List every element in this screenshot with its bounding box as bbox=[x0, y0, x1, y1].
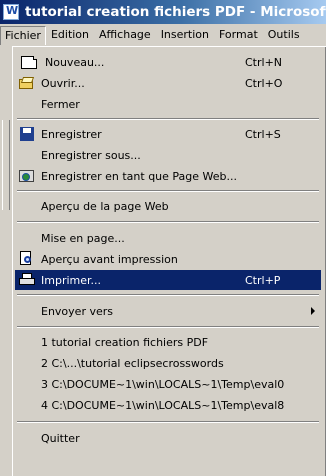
menu-item-close-label: Fermer bbox=[41, 97, 80, 111]
recent-file-label: 1 tutorial creation fichiers PDF bbox=[41, 335, 209, 349]
menu-affichage[interactable]: Affichage bbox=[94, 26, 156, 44]
menu-item-print-label: Imprimer... bbox=[41, 273, 102, 287]
empty-icon-slot bbox=[19, 198, 35, 214]
menu-separator bbox=[17, 190, 319, 192]
title-bar: tutorial creation fichiers PDF - Microso… bbox=[0, 0, 326, 24]
web-page-icon bbox=[19, 168, 35, 184]
menu-outils[interactable]: Outils bbox=[263, 26, 305, 44]
menu-item-save[interactable]: Enregistrer Ctrl+S bbox=[15, 124, 321, 144]
empty-icon-slot bbox=[19, 430, 35, 446]
empty-icon-slot bbox=[19, 334, 35, 350]
submenu-arrow-icon bbox=[311, 307, 315, 315]
print-preview-icon bbox=[19, 251, 35, 267]
menu-item-print[interactable]: Imprimer... Ctrl+P bbox=[15, 270, 321, 290]
recent-file-3[interactable]: 3 C:\DOCUME~1\win\LOCALS~1\Temp\eval0 bbox=[15, 374, 321, 394]
empty-icon-slot bbox=[19, 355, 35, 371]
window-title: tutorial creation fichiers PDF - Microso… bbox=[25, 4, 326, 20]
new-document-icon bbox=[21, 55, 37, 69]
menu-bar: Fichier Edition Affichage Insertion Form… bbox=[0, 24, 326, 46]
menu-item-save-as-label: Enregistrer sous... bbox=[41, 148, 141, 162]
menu-edition[interactable]: Edition bbox=[46, 26, 94, 44]
menu-separator bbox=[17, 221, 319, 223]
menu-item-page-setup-label: Mise en page... bbox=[41, 231, 125, 245]
recent-file-4[interactable]: 4 C:\DOCUME~1\win\LOCALS~1\Temp\eval8 bbox=[15, 395, 321, 415]
menu-item-quit[interactable]: Quitter bbox=[15, 428, 321, 448]
empty-icon-slot bbox=[19, 303, 35, 319]
recent-file-label: 4 C:\DOCUME~1\win\LOCALS~1\Temp\eval8 bbox=[41, 398, 285, 412]
file-menu-dropdown: Nouveau... Ctrl+N Ouvrir... Ctrl+O Ferme… bbox=[12, 46, 326, 476]
recent-file-1[interactable]: 1 tutorial creation fichiers PDF bbox=[15, 332, 321, 352]
menu-item-print-preview[interactable]: Aperçu avant impression bbox=[15, 249, 321, 269]
menu-item-print-shortcut: Ctrl+P bbox=[245, 273, 281, 287]
menu-item-close[interactable]: Fermer bbox=[15, 94, 321, 114]
menu-item-print-preview-label: Aperçu avant impression bbox=[41, 252, 178, 266]
empty-icon-slot bbox=[19, 96, 35, 112]
menu-item-save-label: Enregistrer bbox=[41, 127, 102, 141]
menu-item-save-as[interactable]: Enregistrer sous... bbox=[15, 145, 321, 165]
empty-icon-slot bbox=[19, 230, 35, 246]
printer-icon bbox=[19, 272, 35, 288]
menu-item-save-web-label: Enregistrer en tant que Page Web... bbox=[41, 169, 238, 183]
empty-icon-slot bbox=[19, 147, 35, 163]
menu-item-open[interactable]: Ouvrir... Ctrl+O bbox=[15, 73, 321, 93]
menu-fichier[interactable]: Fichier bbox=[0, 25, 46, 45]
menu-separator bbox=[17, 421, 319, 423]
menu-item-save-shortcut: Ctrl+S bbox=[245, 127, 281, 141]
menu-separator bbox=[17, 326, 319, 328]
menu-item-web-preview[interactable]: Aperçu de la page Web bbox=[15, 196, 321, 216]
floppy-disk-icon bbox=[19, 126, 35, 142]
vertical-ruler bbox=[2, 120, 10, 210]
menu-item-page-setup[interactable]: Mise en page... bbox=[15, 228, 321, 248]
word-app-icon[interactable] bbox=[3, 4, 19, 20]
open-folder-icon bbox=[19, 75, 35, 91]
menu-item-new[interactable]: Nouveau... Ctrl+N bbox=[15, 52, 321, 72]
recent-file-label: 3 C:\DOCUME~1\win\LOCALS~1\Temp\eval0 bbox=[41, 377, 285, 391]
menu-separator bbox=[17, 118, 319, 120]
menu-insertion[interactable]: Insertion bbox=[156, 26, 214, 44]
menu-item-send-to[interactable]: Envoyer vers bbox=[15, 301, 321, 321]
menu-separator bbox=[17, 294, 319, 296]
recent-file-2[interactable]: 2 C:\...\tutorial eclipsecrosswords bbox=[15, 353, 321, 373]
recent-file-label: 2 C:\...\tutorial eclipsecrosswords bbox=[41, 356, 224, 370]
menu-item-open-shortcut: Ctrl+O bbox=[245, 76, 283, 90]
menu-item-save-web[interactable]: Enregistrer en tant que Page Web... bbox=[15, 166, 321, 186]
menu-item-quit-label: Quitter bbox=[41, 431, 80, 445]
empty-icon-slot bbox=[19, 376, 35, 392]
menu-item-open-label: Ouvrir... bbox=[41, 76, 85, 90]
menu-item-web-preview-label: Aperçu de la page Web bbox=[41, 199, 169, 213]
menu-item-new-label: Nouveau... bbox=[45, 55, 105, 69]
menu-item-send-to-label: Envoyer vers bbox=[41, 304, 113, 318]
document-background bbox=[0, 46, 12, 476]
menu-item-new-shortcut: Ctrl+N bbox=[245, 55, 283, 69]
menu-format[interactable]: Format bbox=[214, 26, 263, 44]
empty-icon-slot bbox=[19, 397, 35, 413]
